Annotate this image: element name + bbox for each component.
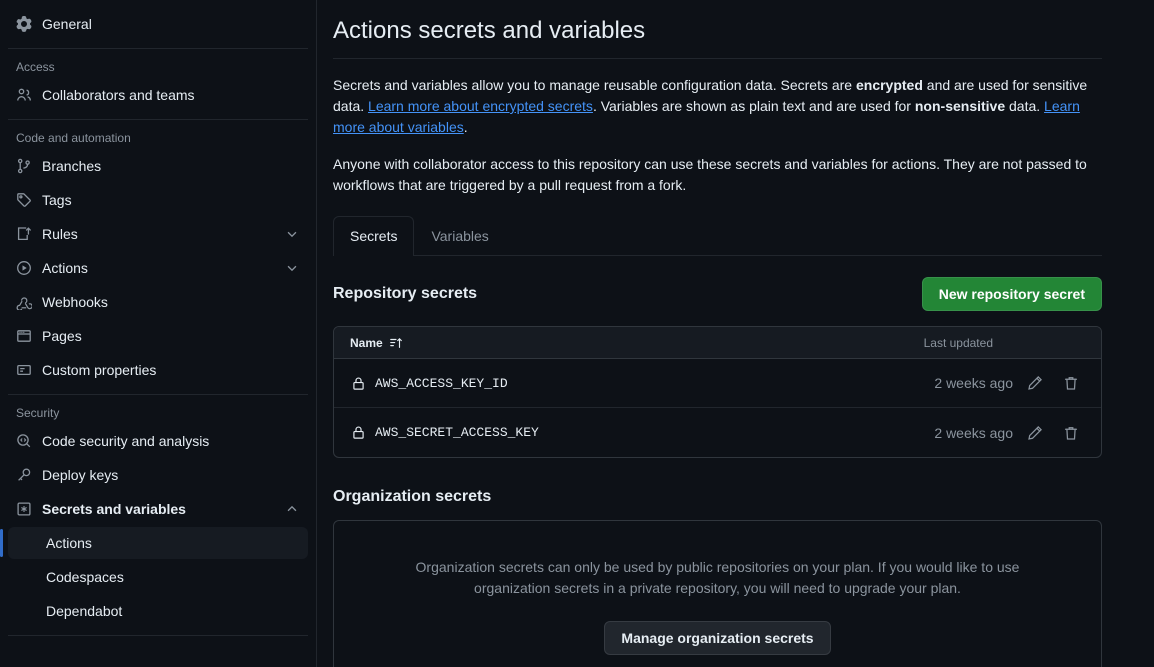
organization-secrets-message: Organization secrets can only be used by…	[415, 559, 1020, 596]
sidebar-item-secrets-and-variables[interactable]: Secrets and variables	[8, 493, 308, 525]
sidebar-item-secrets-dependabot[interactable]: Dependabot	[8, 595, 308, 627]
sidebar-item-general[interactable]: General	[8, 8, 308, 40]
settings-page: General Access Collaborators and teams C…	[0, 0, 1154, 667]
manage-organization-secrets-button[interactable]: Manage organization secrets	[604, 621, 831, 655]
sidebar-subitem-label: Codespaces	[46, 569, 124, 585]
sidebar-divider	[8, 635, 308, 636]
sidebar-item-tags[interactable]: Tags	[8, 184, 308, 216]
sidebar-divider	[8, 394, 308, 395]
sidebar-item-collaborators-and-teams[interactable]: Collaborators and teams	[8, 79, 308, 111]
gear-icon	[16, 16, 32, 32]
edit-secret-button[interactable]	[1021, 369, 1049, 397]
people-icon	[16, 87, 32, 103]
lock-icon	[350, 425, 366, 441]
intro-text-4: data.	[1005, 98, 1045, 114]
column-header-name-label: Name	[350, 335, 383, 350]
organization-secrets-blankslate: Organization secrets can only be used by…	[333, 520, 1102, 667]
sidebar-item-label: Code security and analysis	[42, 433, 210, 449]
sidebar-item-label: Custom properties	[42, 362, 157, 378]
edit-secret-button[interactable]	[1021, 419, 1049, 447]
intro-bold-non-sensitive: non-sensitive	[914, 98, 1006, 114]
delete-secret-button[interactable]	[1057, 369, 1085, 397]
link-learn-more-encrypted-secrets[interactable]: Learn more about encrypted secrets	[368, 98, 593, 114]
secret-last-updated: 2 weeks ago	[934, 375, 1013, 391]
sidebar-section-heading-access: Access	[16, 60, 55, 74]
repository-secrets-table: Name Last updated AWS_ACCESS_KEY_ID 2 we…	[333, 326, 1102, 458]
sidebar-item-pages[interactable]: Pages	[8, 320, 308, 352]
table-row: AWS_SECRET_ACCESS_KEY 2 weeks ago	[334, 408, 1101, 457]
sidebar-item-label: Branches	[42, 158, 102, 174]
intro-paragraph-1: Secrets and variables allow you to manag…	[333, 75, 1102, 138]
sidebar-item-secrets-codespaces[interactable]: Codespaces	[8, 561, 308, 593]
intro-paragraph-2: Anyone with collaborator access to this …	[333, 156, 1087, 193]
browser-icon	[16, 328, 32, 344]
settings-sidebar: General Access Collaborators and teams C…	[0, 0, 317, 667]
secrets-variables-tablist: Secrets Variables	[333, 216, 1102, 257]
sidebar-item-label: Secrets and variables	[42, 501, 186, 517]
organization-secrets-title: Organization secrets	[333, 488, 492, 505]
sidebar-item-label: Webhooks	[42, 294, 108, 310]
note-icon	[16, 362, 32, 378]
repository-secrets-title: Repository secrets	[333, 285, 478, 302]
sidebar-subitem-label: Dependabot	[46, 603, 123, 619]
page-title: Actions secrets and variables	[333, 14, 1102, 59]
main-content: Actions secrets and variables Secrets an…	[317, 0, 1154, 667]
delete-secret-button[interactable]	[1057, 419, 1085, 447]
sidebar-section-heading-security: Security	[16, 406, 60, 420]
repository-secrets-header: Repository secrets New repository secret	[333, 277, 1102, 311]
intro-text-5: .	[463, 119, 468, 135]
sidebar-item-branches[interactable]: Branches	[8, 150, 308, 182]
codescan-icon	[16, 433, 32, 449]
play-icon	[16, 260, 32, 276]
tab-variables[interactable]: Variables	[414, 216, 505, 256]
tag-icon	[16, 192, 32, 208]
chevron-up-icon[interactable]	[284, 501, 300, 517]
sidebar-item-label: Pages	[42, 328, 82, 344]
column-header-last-updated: Last updated	[923, 335, 993, 350]
rules-icon	[16, 226, 32, 242]
sidebar-item-custom-properties[interactable]: Custom properties	[8, 354, 308, 386]
git-branch-icon	[16, 158, 32, 174]
sidebar-section-heading-code-and-automation: Code and automation	[16, 131, 131, 145]
table-header-row: Name Last updated	[334, 327, 1101, 359]
sidebar-item-webhooks[interactable]: Webhooks	[8, 286, 308, 318]
tab-secrets[interactable]: Secrets	[333, 216, 415, 257]
intro-text-1: Secrets and variables allow you to manag…	[333, 77, 856, 93]
secrets-icon	[16, 501, 32, 517]
chevron-down-icon[interactable]	[284, 226, 300, 242]
sort-asc-icon	[389, 336, 403, 350]
sidebar-divider	[8, 119, 308, 120]
sidebar-item-label: Deploy keys	[42, 467, 119, 483]
intro-bold-encrypted: encrypted	[855, 77, 923, 93]
sidebar-item-actions[interactable]: Actions	[8, 252, 308, 284]
secret-name: AWS_ACCESS_KEY_ID	[375, 375, 508, 391]
table-row: AWS_ACCESS_KEY_ID 2 weeks ago	[334, 359, 1101, 408]
sidebar-item-deploy-keys[interactable]: Deploy keys	[8, 459, 308, 491]
lock-icon	[350, 375, 366, 391]
sidebar-item-rules[interactable]: Rules	[8, 218, 308, 250]
webhook-icon	[16, 294, 32, 310]
new-repository-secret-button[interactable]: New repository secret	[921, 277, 1102, 311]
chevron-down-icon[interactable]	[284, 260, 300, 276]
column-header-name[interactable]: Name	[350, 336, 403, 350]
sidebar-subitem-label: Actions	[46, 535, 92, 551]
secret-last-updated: 2 weeks ago	[934, 424, 1013, 441]
sidebar-item-label: Tags	[42, 192, 72, 208]
key-icon	[16, 467, 32, 483]
secret-name: AWS_SECRET_ACCESS_KEY	[375, 425, 539, 440]
sidebar-item-label: Collaborators and teams	[42, 87, 195, 103]
sidebar-item-label: General	[42, 16, 92, 32]
sidebar-item-secrets-actions[interactable]: Actions	[0, 527, 308, 559]
sidebar-item-label: Rules	[42, 226, 78, 242]
intro-text-3: . Variables are shown as plain text and …	[592, 98, 915, 114]
sidebar-divider	[8, 48, 308, 49]
sidebar-item-label: Actions	[42, 260, 88, 276]
sidebar-item-code-security-and-analysis[interactable]: Code security and analysis	[8, 425, 308, 457]
